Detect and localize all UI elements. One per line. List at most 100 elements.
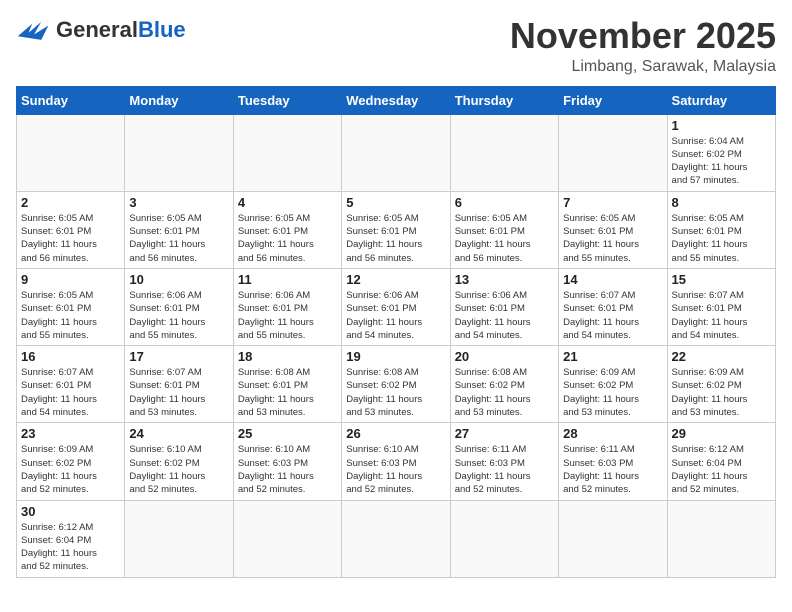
day-number: 27	[455, 426, 554, 441]
day-number: 24	[129, 426, 228, 441]
day-info: Sunrise: 6:10 AM Sunset: 6:02 PM Dayligh…	[129, 443, 228, 496]
day-info: Sunrise: 6:09 AM Sunset: 6:02 PM Dayligh…	[563, 366, 662, 419]
weekday-header-tuesday: Tuesday	[233, 86, 341, 114]
day-info: Sunrise: 6:08 AM Sunset: 6:02 PM Dayligh…	[346, 366, 445, 419]
calendar-cell: 14 Sunrise: 6:07 AM Sunset: 6:01 PM Dayli…	[559, 268, 667, 345]
day-info: Sunrise: 6:06 AM Sunset: 6:01 PM Dayligh…	[346, 289, 445, 342]
calendar-cell	[450, 500, 558, 577]
day-info: Sunrise: 6:06 AM Sunset: 6:01 PM Dayligh…	[238, 289, 337, 342]
calendar-cell: 15 Sunrise: 6:07 AM Sunset: 6:01 PM Dayli…	[667, 268, 775, 345]
day-info: Sunrise: 6:08 AM Sunset: 6:01 PM Dayligh…	[238, 366, 337, 419]
weekday-header-friday: Friday	[559, 86, 667, 114]
week-row-2: 9Sunrise: 6:05 AM Sunset: 6:01 PM Daylig…	[17, 268, 776, 345]
day-number: 16	[21, 349, 120, 364]
day-number: 13	[455, 272, 554, 287]
calendar-cell: 25Sunrise: 6:10 AM Sunset: 6:03 PM Dayli…	[233, 423, 341, 500]
calendar-cell: 16Sunrise: 6:07 AM Sunset: 6:01 PM Dayli…	[17, 346, 125, 423]
weekday-header-sunday: Sunday	[17, 86, 125, 114]
day-number: 26	[346, 426, 445, 441]
day-number: 3	[129, 195, 228, 210]
day-info: Sunrise: 6:05 AM Sunset: 6:01 PM Dayligh…	[346, 212, 445, 265]
calendar-cell	[17, 114, 125, 191]
calendar-cell: 7Sunrise: 6:05 AM Sunset: 6:01 PM Daylig…	[559, 191, 667, 268]
day-number: 15	[672, 272, 771, 287]
day-number: 18	[238, 349, 337, 364]
weekday-header-wednesday: Wednesday	[342, 86, 450, 114]
day-number: 22	[672, 349, 771, 364]
calendar-cell	[125, 500, 233, 577]
calendar-cell: 27 Sunrise: 6:11 AM Sunset: 6:03 PM Dayli…	[450, 423, 558, 500]
logo-general-text: General	[56, 17, 138, 42]
month-title: November 2025	[510, 16, 776, 56]
day-info: Sunrise: 6:05 AM Sunset: 6:01 PM Dayligh…	[672, 212, 771, 265]
day-number: 21	[563, 349, 662, 364]
logo-icon	[16, 16, 52, 44]
calendar-cell: 23 Sunrise: 6:09 AM Sunset: 6:02 PM Dayli…	[17, 423, 125, 500]
calendar-cell: 26 Sunrise: 6:10 AM Sunset: 6:03 PM Dayli…	[342, 423, 450, 500]
calendar-cell: 20Sunrise: 6:08 AM Sunset: 6:02 PM Dayli…	[450, 346, 558, 423]
calendar-cell: 8 Sunrise: 6:05 AM Sunset: 6:01 PM Daylig…	[667, 191, 775, 268]
week-row-3: 16 Sunrise: 6:07 AM Sunset: 6:01 PM Dayli…	[17, 346, 776, 423]
day-info: Sunrise: 6:09 AM Sunset: 6:02 PM Dayligh…	[21, 443, 120, 496]
calendar-cell	[559, 500, 667, 577]
calendar-cell: 6Sunrise: 6:05 AM Sunset: 6:01 PM Daylig…	[450, 191, 558, 268]
day-info: Sunrise: 6:05 AM Sunset: 6:01 PM Dayligh…	[238, 212, 337, 265]
calendar-cell: 2 Sunrise: 6:05 AM Sunset: 6:01 PM Daylig…	[17, 191, 125, 268]
day-number: 12	[346, 272, 445, 287]
calendar-cell	[667, 500, 775, 577]
header: GeneralBlue November 2025 Limbang, Saraw…	[16, 16, 776, 76]
day-number: 17	[129, 349, 228, 364]
day-info: Sunrise: 6:07 AM Sunset: 6:01 PM Dayligh…	[129, 366, 228, 419]
weekday-header-row: SundayMondayTuesdayWednesdayThursdayFrid…	[17, 86, 776, 114]
logo-text: GeneralBlue	[56, 17, 186, 43]
day-number: 29	[672, 426, 771, 441]
weekday-header-saturday: Saturday	[667, 86, 775, 114]
calendar-cell: 30Sunrise: 6:12 AM Sunset: 6:04 PM Dayli…	[17, 500, 125, 577]
calendar-cell: 29 Sunrise: 6:12 AM Sunset: 6:04 PM Dayli…	[667, 423, 775, 500]
day-info: Sunrise: 6:12 AM Sunset: 6:04 PM Dayligh…	[672, 443, 771, 496]
day-number: 1	[672, 118, 771, 133]
day-number: 23	[21, 426, 120, 441]
calendar-cell	[342, 500, 450, 577]
day-number: 8	[672, 195, 771, 210]
day-info: Sunrise: 6:12 AM Sunset: 6:04 PM Dayligh…	[21, 521, 120, 574]
day-number: 14	[563, 272, 662, 287]
day-info: Sunrise: 6:10 AM Sunset: 6:03 PM Dayligh…	[238, 443, 337, 496]
calendar-cell	[450, 114, 558, 191]
day-number: 28	[563, 426, 662, 441]
calendar-cell: 12 Sunrise: 6:06 AM Sunset: 6:01 PM Dayli…	[342, 268, 450, 345]
day-info: Sunrise: 6:04 AM Sunset: 6:02 PM Dayligh…	[672, 135, 771, 188]
calendar-cell: 5 Sunrise: 6:05 AM Sunset: 6:01 PM Daylig…	[342, 191, 450, 268]
weekday-header-thursday: Thursday	[450, 86, 558, 114]
day-number: 5	[346, 195, 445, 210]
calendar-cell: 17 Sunrise: 6:07 AM Sunset: 6:01 PM Dayli…	[125, 346, 233, 423]
day-number: 9	[21, 272, 120, 287]
day-number: 20	[455, 349, 554, 364]
calendar-cell: 22Sunrise: 6:09 AM Sunset: 6:02 PM Dayli…	[667, 346, 775, 423]
day-info: Sunrise: 6:06 AM Sunset: 6:01 PM Dayligh…	[129, 289, 228, 342]
day-number: 2	[21, 195, 120, 210]
day-info: Sunrise: 6:07 AM Sunset: 6:01 PM Dayligh…	[563, 289, 662, 342]
week-row-5: 30Sunrise: 6:12 AM Sunset: 6:04 PM Dayli…	[17, 500, 776, 577]
day-info: Sunrise: 6:07 AM Sunset: 6:01 PM Dayligh…	[672, 289, 771, 342]
weekday-header-monday: Monday	[125, 86, 233, 114]
calendar-cell	[559, 114, 667, 191]
day-number: 4	[238, 195, 337, 210]
calendar: SundayMondayTuesdayWednesdayThursdayFrid…	[16, 86, 776, 578]
week-row-1: 2 Sunrise: 6:05 AM Sunset: 6:01 PM Daylig…	[17, 191, 776, 268]
calendar-cell: 28 Sunrise: 6:11 AM Sunset: 6:03 PM Dayli…	[559, 423, 667, 500]
day-info: Sunrise: 6:10 AM Sunset: 6:03 PM Dayligh…	[346, 443, 445, 496]
day-info: Sunrise: 6:11 AM Sunset: 6:03 PM Dayligh…	[455, 443, 554, 496]
calendar-cell: 3 Sunrise: 6:05 AM Sunset: 6:01 PM Daylig…	[125, 191, 233, 268]
week-row-4: 23 Sunrise: 6:09 AM Sunset: 6:02 PM Dayli…	[17, 423, 776, 500]
calendar-cell	[125, 114, 233, 191]
day-info: Sunrise: 6:05 AM Sunset: 6:01 PM Dayligh…	[455, 212, 554, 265]
day-info: Sunrise: 6:11 AM Sunset: 6:03 PM Dayligh…	[563, 443, 662, 496]
calendar-cell: 10Sunrise: 6:06 AM Sunset: 6:01 PM Dayli…	[125, 268, 233, 345]
day-info: Sunrise: 6:05 AM Sunset: 6:01 PM Dayligh…	[21, 212, 120, 265]
calendar-cell	[233, 114, 341, 191]
calendar-cell: 13 Sunrise: 6:06 AM Sunset: 6:01 PM Dayli…	[450, 268, 558, 345]
day-info: Sunrise: 6:05 AM Sunset: 6:01 PM Dayligh…	[129, 212, 228, 265]
day-info: Sunrise: 6:06 AM Sunset: 6:01 PM Dayligh…	[455, 289, 554, 342]
title-block: November 2025 Limbang, Sarawak, Malaysia	[510, 16, 776, 76]
